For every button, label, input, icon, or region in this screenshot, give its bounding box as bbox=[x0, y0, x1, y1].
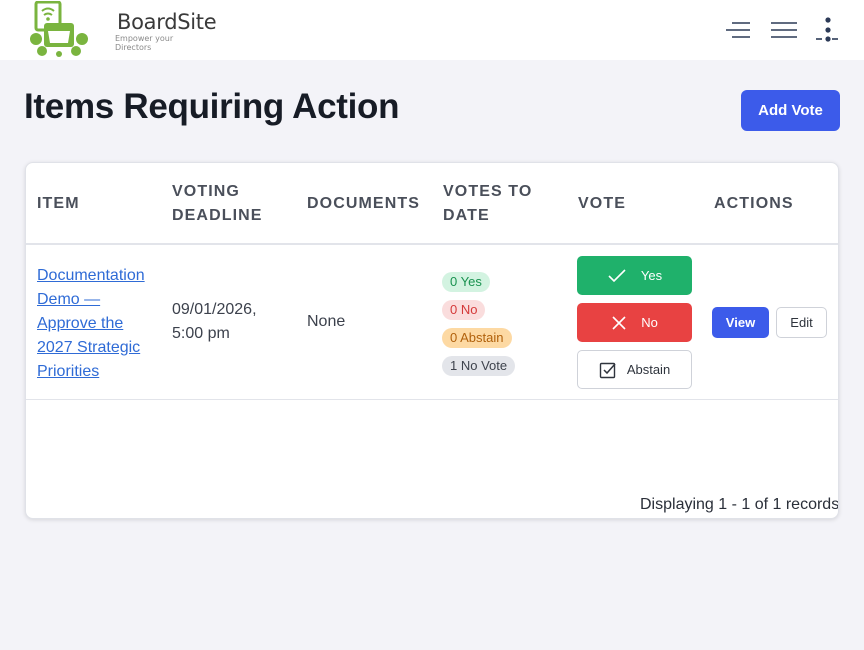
boardsite-logo[interactable]: BoardSite Empower your Directors bbox=[28, 0, 217, 57]
checkmark-icon bbox=[608, 268, 626, 282]
column-header-voting-deadline-line-2: DEADLINE bbox=[172, 207, 263, 224]
votes-table-card: ITEM VOTING DEADLINE DOCUMENTS VOTES TO … bbox=[25, 162, 839, 519]
x-close-icon bbox=[612, 315, 626, 330]
checkbox-checked-icon bbox=[599, 362, 616, 378]
deadline-time: 5:00 pm bbox=[172, 325, 230, 342]
vote-abstain-button[interactable]: Abstain bbox=[577, 350, 692, 389]
brand-name: BoardSite bbox=[117, 10, 217, 34]
column-header-votes-line-2: DATE bbox=[443, 207, 490, 224]
column-header-votes-line-1: VOTES TO bbox=[443, 183, 533, 200]
column-header-actions: ACTIONS bbox=[714, 195, 794, 212]
vote-abstain-label: Abstain bbox=[626, 362, 671, 377]
table-row: Documentation Demo — Approve the 2027 St… bbox=[26, 245, 838, 400]
column-header-votes-to-date[interactable]: VOTES TO DATE bbox=[443, 180, 532, 228]
column-header-voting-deadline[interactable]: VOTING DEADLINE bbox=[172, 180, 263, 228]
item-link[interactable]: Documentation Demo — Approve the 2027 St… bbox=[37, 264, 157, 384]
edit-button[interactable]: Edit bbox=[776, 307, 827, 338]
page-title: Items Requiring Action bbox=[24, 87, 400, 126]
no-tally-badge: 0 No bbox=[442, 300, 486, 320]
column-header-voting-deadline-line-1: VOTING bbox=[172, 183, 240, 200]
user-menu-icon[interactable] bbox=[812, 17, 842, 43]
brand-tagline: Empower your Directors bbox=[115, 34, 174, 52]
records-count: Displaying 1 - 1 of 1 records bbox=[640, 496, 839, 513]
menu-indent-icon[interactable] bbox=[724, 17, 754, 43]
column-header-documents[interactable]: DOCUMENTS bbox=[307, 192, 425, 216]
add-vote-button[interactable]: Add Vote bbox=[741, 90, 840, 131]
documents-value: None bbox=[307, 313, 346, 330]
vote-no-label: No bbox=[641, 315, 658, 330]
table-header: ITEM VOTING DEADLINE DOCUMENTS VOTES TO … bbox=[26, 163, 838, 245]
vote-yes-label: Yes bbox=[640, 268, 663, 283]
deadline-date: 09/01/2026, bbox=[172, 301, 257, 318]
hamburger-menu-icon[interactable] bbox=[769, 17, 799, 43]
voting-deadline: 09/01/2026, 5:00 pm bbox=[172, 298, 292, 346]
column-header-vote[interactable]: VOTE bbox=[578, 192, 626, 216]
column-header-item[interactable]: ITEM bbox=[37, 192, 80, 216]
boardroom-table-logo-icon bbox=[30, 0, 88, 57]
no-vote-tally-badge: 1 No Vote bbox=[442, 356, 516, 376]
vote-yes-button[interactable]: Yes bbox=[577, 256, 692, 295]
view-button[interactable]: View bbox=[712, 307, 769, 338]
abstain-tally-badge: 0 Abstain bbox=[442, 328, 512, 348]
top-navigation-bar: BoardSite Empower your Directors bbox=[0, 0, 864, 60]
vote-no-button[interactable]: No bbox=[577, 303, 692, 342]
yes-tally-badge: 0 Yes bbox=[442, 272, 490, 292]
